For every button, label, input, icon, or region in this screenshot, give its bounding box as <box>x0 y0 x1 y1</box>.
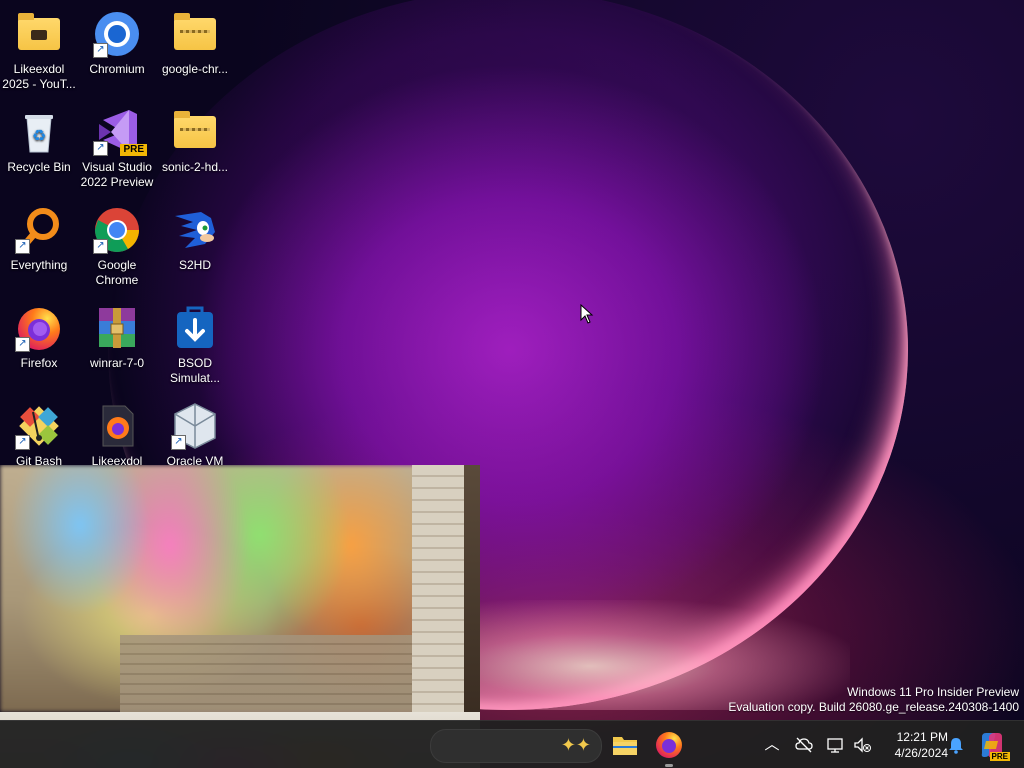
clock-date: 4/26/2024 <box>894 746 948 760</box>
taskbar-search-box[interactable]: ✦✦ <box>430 729 602 763</box>
icon-label: Chromium <box>89 62 145 76</box>
shortcut-arrow-icon: ↗ <box>15 337 30 352</box>
watermark-line-2: Evaluation copy. Build 26080.ge_release.… <box>728 700 1019 714</box>
icon-label: Google Chrome <box>95 258 139 287</box>
blurred-wall <box>412 465 464 712</box>
winrar-icon <box>93 304 141 352</box>
watermark-line-1: Windows 11 Pro Insider Preview <box>847 685 1019 699</box>
desktop-icon-s2hd[interactable]: S2HD <box>156 206 234 273</box>
folder-icon <box>15 10 63 58</box>
desktop-icon-bsod-simulator[interactable]: BSOD Simulat... <box>156 304 234 386</box>
svg-text:♻: ♻ <box>32 126 46 145</box>
clock-time: 12:21 PM <box>896 730 948 744</box>
firefox-icon: ↗ <box>15 304 63 352</box>
zip-folder-icon <box>171 10 219 58</box>
desktop-icon-everything[interactable]: ↗ Everything <box>0 206 78 273</box>
desktop-icon-oracle-vm[interactable]: ↗ Oracle VM <box>156 402 234 469</box>
icon-label: google-chr... <box>161 62 229 76</box>
zip-folder-icon <box>171 108 219 156</box>
display-icon[interactable] <box>826 735 846 755</box>
virtualbox-icon: ↗ <box>171 402 219 450</box>
copilot-sparkle-icon: ✦✦ <box>560 735 591 755</box>
visual-studio-icon: PRE ↗ <box>93 108 147 156</box>
blurred-wall-shadow <box>464 465 480 712</box>
icon-label: Likeexdol 2025 - YouT... <box>2 62 76 91</box>
shortcut-arrow-icon: ↗ <box>93 239 108 254</box>
cloud-off-icon[interactable] <box>794 735 814 755</box>
blurred-stairs <box>120 635 420 712</box>
shortcut-arrow-icon: ↗ <box>171 435 186 450</box>
icon-label: BSOD Simulat... <box>169 356 220 385</box>
sonic-icon <box>171 206 219 254</box>
desktop-icon-recycle-bin[interactable]: ♻ Recycle Bin <box>0 108 78 175</box>
git-icon: ↗ <box>15 402 63 450</box>
icon-label: sonic-2-hd... <box>161 160 229 174</box>
volume-muted-icon[interactable] <box>852 735 872 755</box>
shortcut-arrow-icon: ↗ <box>93 141 108 156</box>
running-indicator <box>665 764 673 767</box>
notification-bell-icon[interactable] <box>946 735 966 755</box>
shortcut-arrow-icon: ↗ <box>15 239 30 254</box>
desktop-icon-google-chr-zip[interactable]: google-chr... <box>156 10 234 77</box>
shortcut-arrow-icon: ↗ <box>93 43 108 58</box>
desktop-icon-git-bash[interactable]: ↗ Git Bash <box>0 402 78 469</box>
chevron-up-icon[interactable]: ︿ <box>762 735 782 755</box>
icon-label: winrar-7-0 <box>89 356 144 370</box>
desktop-icon-likeexdol-file[interactable]: Likeexdol <box>78 402 156 469</box>
recycle-bin-icon: ♻ <box>15 108 63 156</box>
preview-badge: PRE <box>120 144 147 156</box>
desktop-icon-firefox[interactable]: ↗ Firefox <box>0 304 78 371</box>
desktop-icon-sonic-zip[interactable]: sonic-2-hd... <box>156 108 234 175</box>
desktop-icon-chromium[interactable]: ↗ Chromium <box>78 10 156 77</box>
taskbar: ✦✦ ︿ 12:21 PM 4/26/2024 PRE <box>0 720 1024 768</box>
icon-label: Recycle Bin <box>7 160 71 174</box>
icon-label: Firefox <box>20 356 58 370</box>
folder-icon <box>613 737 637 755</box>
search-magnifier-icon: ↗ <box>15 206 63 254</box>
taskbar-clock[interactable]: 12:21 PM 4/26/2024 <box>878 729 948 761</box>
desktop-icon-likeexdol-folder[interactable]: Likeexdol 2025 - YouT... <box>0 10 78 92</box>
taskbar-file-explorer-button[interactable] <box>609 729 641 761</box>
icon-label: Visual Studio 2022 Preview <box>80 160 154 189</box>
firefox-icon <box>656 732 682 758</box>
desktop-icon-visual-studio[interactable]: PRE ↗ Visual Studio 2022 Preview <box>78 108 156 190</box>
icon-label: Everything <box>10 258 68 272</box>
desktop-icon-google-chrome[interactable]: ↗ Google Chrome <box>78 206 156 288</box>
copilot-button[interactable]: PRE <box>978 731 1010 761</box>
shortcut-arrow-icon: ↗ <box>15 435 30 450</box>
desktop[interactable]: Likeexdol 2025 - YouT... ♻ Recycle Bin ↗… <box>0 0 1024 768</box>
windows-watermark: Windows 11 Pro Insider Preview Evaluatio… <box>728 685 1019 715</box>
chrome-icon: ↗ <box>93 206 141 254</box>
copilot-preview-badge: PRE <box>989 752 1010 761</box>
desktop-icon-winrar[interactable]: winrar-7-0 <box>78 304 156 371</box>
chromium-icon: ↗ <box>93 10 141 58</box>
download-bag-icon <box>171 304 219 352</box>
taskbar-firefox-button[interactable] <box>653 729 685 767</box>
icon-label: S2HD <box>178 258 211 272</box>
firefox-file-icon <box>93 402 141 450</box>
